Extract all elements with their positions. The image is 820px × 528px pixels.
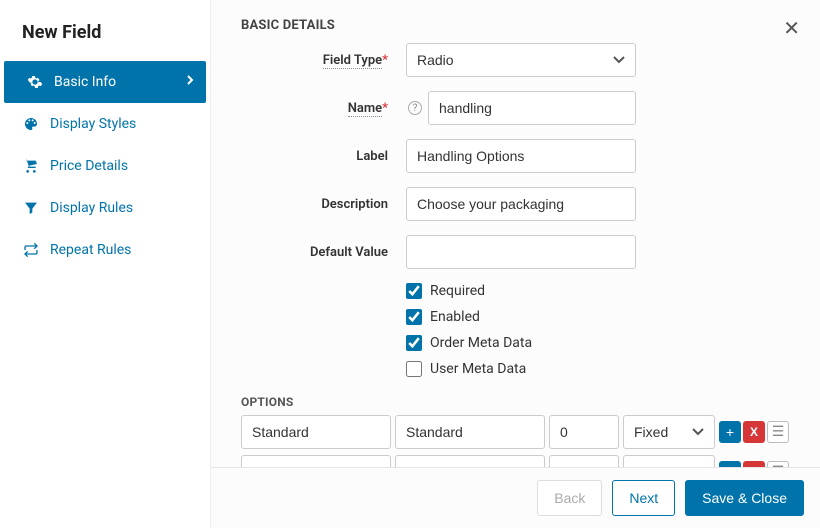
default-value-label: Default Value bbox=[241, 245, 406, 260]
form-area: Field Type* Radio Name* ? Label bbox=[211, 33, 820, 467]
sidebar-item-basic-info[interactable]: Basic Info bbox=[4, 61, 206, 103]
option-value-input[interactable] bbox=[241, 415, 391, 449]
delete-icon: X bbox=[750, 425, 758, 439]
option-price-input[interactable] bbox=[549, 455, 619, 467]
user-meta-label: User Meta Data bbox=[430, 361, 526, 377]
row-label: Label bbox=[241, 139, 790, 173]
sidebar-item-label: Basic Info bbox=[54, 74, 116, 90]
row-name: Name* ? bbox=[241, 91, 790, 125]
cart-icon bbox=[22, 157, 40, 175]
description-label: Description bbox=[241, 197, 406, 212]
option-text-input[interactable] bbox=[395, 415, 545, 449]
plus-icon: + bbox=[726, 424, 734, 440]
new-field-modal: New Field Basic Info Display Styles Pric… bbox=[0, 0, 820, 528]
option-drag-handle[interactable]: ☰ bbox=[767, 421, 789, 443]
sidebar-item-label: Display Rules bbox=[50, 200, 133, 216]
order-meta-label: Order Meta Data bbox=[430, 335, 532, 351]
main-panel: ✕ BASIC DETAILS Field Type* Radio Name* … bbox=[210, 0, 820, 528]
option-value-input[interactable] bbox=[241, 455, 391, 467]
sidebar-item-price-details[interactable]: Price Details bbox=[0, 145, 210, 187]
option-add-button[interactable]: + bbox=[719, 421, 741, 443]
enabled-label: Enabled bbox=[430, 309, 480, 325]
sidebar: New Field Basic Info Display Styles Pric… bbox=[0, 0, 210, 528]
option-price-type-select[interactable]: Fixed bbox=[623, 455, 715, 467]
option-price-type-select[interactable]: Fixed bbox=[623, 415, 715, 449]
next-button[interactable]: Next bbox=[612, 480, 675, 516]
modal-title: New Field bbox=[0, 0, 210, 61]
description-input[interactable] bbox=[406, 187, 636, 221]
option-remove-button[interactable]: X bbox=[743, 421, 765, 443]
sidebar-item-label: Price Details bbox=[50, 158, 128, 174]
option-text-input[interactable] bbox=[395, 455, 545, 467]
required-label: Required bbox=[430, 283, 485, 299]
gear-icon bbox=[26, 73, 44, 91]
checkboxes: Required Enabled Order Meta Data User Me… bbox=[406, 283, 790, 377]
option-row: Fixed + X ☰ bbox=[241, 415, 790, 449]
save-close-button[interactable]: Save & Close bbox=[685, 480, 804, 516]
field-type-label: Field Type* bbox=[241, 53, 406, 68]
name-input[interactable] bbox=[428, 91, 636, 125]
enabled-checkbox[interactable] bbox=[406, 309, 422, 325]
sidebar-item-label: Repeat Rules bbox=[50, 242, 131, 258]
section-header: BASIC DETAILS bbox=[211, 0, 820, 33]
options-header: OPTIONS bbox=[241, 387, 790, 415]
close-button[interactable]: ✕ bbox=[777, 14, 806, 43]
name-label: Name* bbox=[241, 101, 406, 116]
row-field-type: Field Type* Radio bbox=[241, 43, 790, 77]
option-price-input[interactable] bbox=[549, 415, 619, 449]
sidebar-item-display-styles[interactable]: Display Styles bbox=[0, 103, 210, 145]
close-icon: ✕ bbox=[783, 18, 800, 40]
palette-icon bbox=[22, 115, 40, 133]
drag-icon: ☰ bbox=[772, 424, 785, 440]
help-icon[interactable]: ? bbox=[408, 101, 422, 115]
label-label: Label bbox=[241, 149, 406, 164]
required-checkbox[interactable] bbox=[406, 283, 422, 299]
back-button[interactable]: Back bbox=[537, 480, 602, 516]
funnel-icon bbox=[22, 199, 40, 217]
sidebar-item-repeat-rules[interactable]: Repeat Rules bbox=[0, 229, 210, 271]
option-row: Fixed + X ☰ bbox=[241, 455, 790, 467]
field-type-select[interactable]: Radio bbox=[406, 43, 636, 77]
default-value-input[interactable] bbox=[406, 235, 636, 269]
chevron-right-icon bbox=[186, 74, 194, 90]
user-meta-checkbox[interactable] bbox=[406, 361, 422, 377]
order-meta-checkbox[interactable] bbox=[406, 335, 422, 351]
label-input[interactable] bbox=[406, 139, 636, 173]
sidebar-item-display-rules[interactable]: Display Rules bbox=[0, 187, 210, 229]
repeat-icon bbox=[22, 241, 40, 259]
row-description: Description bbox=[241, 187, 790, 221]
sidebar-item-label: Display Styles bbox=[50, 116, 136, 132]
footer: Back Next Save & Close bbox=[211, 467, 820, 528]
row-default-value: Default Value bbox=[241, 235, 790, 269]
